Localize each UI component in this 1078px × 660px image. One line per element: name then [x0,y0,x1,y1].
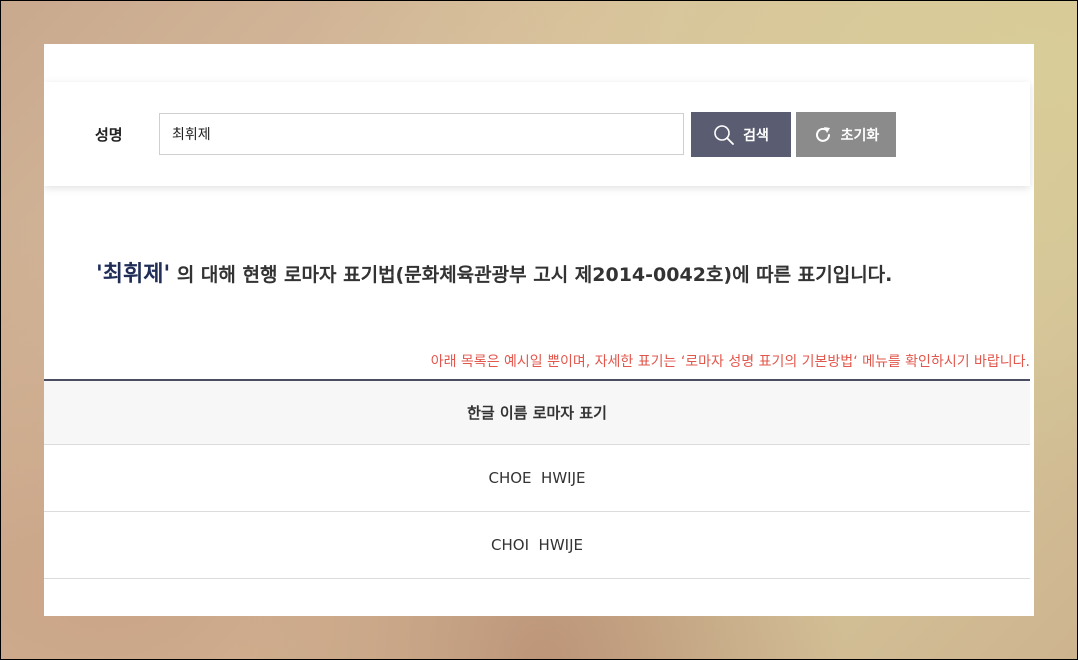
reset-button[interactable]: 초기화 [796,112,896,157]
result-heading: '최휘제' 의 대해 현행 로마자 표기법(문화체육관광부 고시 제2014-0… [96,256,892,288]
search-button[interactable]: 검색 [691,112,791,157]
table-row: CHOE HWIJE [44,445,1030,512]
search-bar: 성명 검색 초기화 [44,82,1030,186]
search-icon [713,124,735,146]
name-search-input[interactable] [159,113,684,155]
table-row: CHOI HWIJE [44,512,1030,579]
searched-name: '최휘제' [96,262,171,287]
refresh-icon [813,125,833,145]
result-description: 의 대해 현행 로마자 표기법(문화체육관광부 고시 제2014-0042호)에… [170,264,893,286]
reset-button-label: 초기화 [840,127,880,144]
main-panel: 성명 검색 초기화 '최휘제' 의 대해 현행 로마자 표기법(문화체육관광부 … [44,44,1034,616]
romanization-table: 한글 이름 로마자 표기 CHOE HWIJE CHOI HWIJE [44,379,1030,579]
notice-text: 아래 목록은 예시일 뿐이며, 자세한 표기는 ‘로마자 성명 표기의 기본방법… [430,354,1030,370]
name-label: 성명 [95,126,123,144]
table-header: 한글 이름 로마자 표기 [44,379,1030,445]
search-button-label: 검색 [743,127,769,144]
